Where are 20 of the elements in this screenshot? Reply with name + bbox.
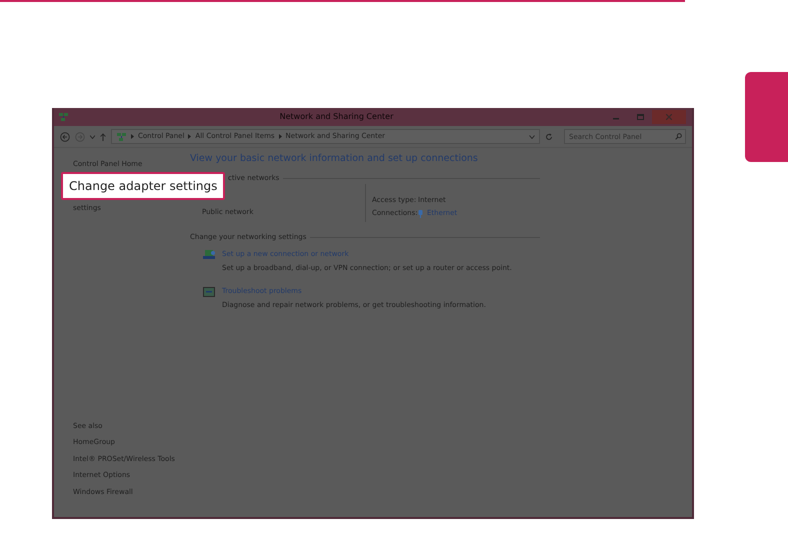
page-heading: View your basic network information and set up connections: [190, 152, 479, 166]
refresh-icon[interactable]: [545, 132, 553, 140]
up-arrow-icon[interactable]: [100, 132, 106, 140]
window-title: Network and Sharing Center: [278, 111, 394, 123]
chevron-icon: [188, 134, 192, 139]
back-icon[interactable]: [60, 132, 70, 142]
maximize-icon: [636, 114, 644, 120]
caret-icon[interactable]: [90, 134, 95, 138]
chevron-icon: [278, 134, 282, 139]
connection-icon: [202, 249, 216, 262]
ethernet-icon: [418, 210, 423, 218]
troubleshoot-icon: [202, 286, 216, 298]
close-button[interactable]: [652, 110, 686, 124]
chevron-icon: [131, 134, 134, 139]
search-icon[interactable]: [675, 133, 682, 140]
network-icon: [116, 132, 127, 142]
callout-label: Change adapter settings: [61, 172, 226, 200]
dropdown-icon[interactable]: [529, 134, 535, 138]
close-icon: [666, 114, 672, 120]
network-icon: [58, 112, 69, 122]
